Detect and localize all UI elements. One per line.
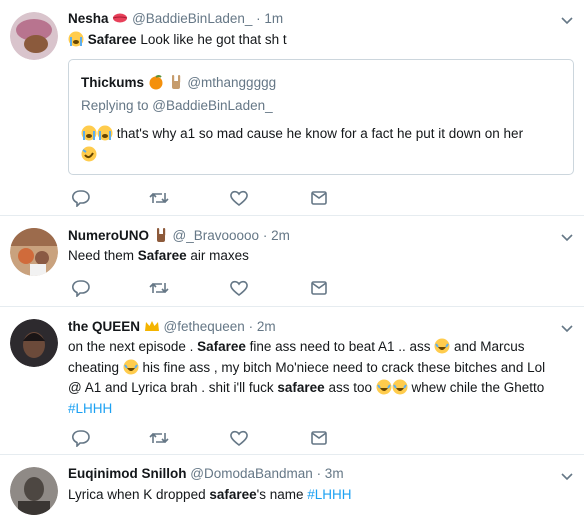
display-name[interactable]: Nesha (68, 11, 109, 26)
tweet-4: Euqinimod Snilloh @DomodaBandman · 3m Ly… (0, 455, 584, 515)
text-span: his fine ass , my bitch Mo'niece need to… (138, 359, 546, 375)
tweet-text: Lyrica when K dropped safaree's name #LH… (68, 485, 568, 506)
timestamp[interactable]: · 1m (256, 11, 283, 26)
heart-icon[interactable] (229, 189, 249, 207)
chevron-down-icon[interactable] (560, 14, 574, 25)
keyword: safaree (209, 487, 257, 502)
text-span: fine ass need to beat A1 .. ass (245, 339, 435, 354)
keyword: Safaree (137, 248, 187, 263)
timestamp[interactable]: · 3m (317, 466, 344, 481)
chevron-down-icon[interactable] (560, 231, 574, 242)
quoted-tweet[interactable]: Thickums @mthanggggg Replying to @Baddie… (68, 59, 574, 175)
heart-icon[interactable] (229, 429, 249, 447)
text-span: 's name (256, 487, 308, 502)
text-span: Lyrica when K dropped (68, 487, 210, 502)
tweet-text: Need them Safaree air maxes (68, 246, 568, 267)
crying-face-icon (68, 31, 84, 47)
crying-face-icon (97, 125, 113, 141)
reply-icon[interactable] (71, 429, 91, 448)
quoted-text: that's why a1 so mad cause he know for a… (113, 126, 524, 141)
keyword: Safaree (87, 32, 137, 47)
text-span: cheating (68, 359, 123, 375)
crown-icon (144, 318, 160, 334)
text-span: Look like he got that sh t (136, 32, 287, 47)
kiss-lips-icon (112, 10, 128, 26)
laughing-face-icon (376, 379, 392, 395)
user-handle[interactable]: @DomodaBandman (190, 466, 313, 481)
retweet-icon[interactable] (149, 429, 169, 447)
user-handle[interactable]: @BaddieBinLaden_ (132, 11, 252, 26)
rofl-icon (81, 146, 97, 162)
keyword: Safaree (197, 339, 246, 354)
keyword: safaree (277, 380, 325, 395)
timestamp[interactable]: · 2m (263, 228, 290, 243)
quoted-display-name: Thickums (81, 75, 145, 90)
laughing-face-icon (392, 379, 408, 395)
avatar[interactable] (10, 228, 58, 276)
text-span: ass too (324, 380, 376, 395)
tweet-1: Nesha @BaddieBinLaden_ · 1m Safaree Look… (0, 0, 584, 216)
tweet-text: Safaree Look like he got that sh t (68, 30, 568, 51)
tweet-text: on the next episode . Safaree fine ass n… (68, 337, 568, 419)
peach-icon (148, 74, 164, 90)
chevron-down-icon[interactable] (560, 470, 574, 481)
avatar[interactable] (10, 319, 58, 367)
text-span: @ A1 and Lyrica brah . shit i'll fuck (68, 380, 278, 395)
hand-horns-icon (153, 227, 169, 243)
avatar[interactable] (10, 467, 58, 515)
hand-horns-icon (168, 74, 184, 90)
user-handle[interactable]: @fethequeen (164, 319, 245, 334)
hashtag-link[interactable]: #LHHH (68, 401, 112, 416)
message-icon[interactable] (309, 429, 329, 447)
message-icon[interactable] (309, 189, 329, 207)
hashtag-link[interactable]: #LHHH (307, 487, 351, 502)
display-name[interactable]: the QUEEN (68, 319, 140, 334)
reply-icon[interactable] (71, 189, 91, 208)
message-icon[interactable] (309, 279, 329, 297)
avatar[interactable] (10, 12, 58, 60)
tweet-3: the QUEEN @fethequeen · 2m on the next e… (0, 307, 584, 455)
text-span: on the next episode . (68, 339, 198, 354)
retweet-icon[interactable] (149, 279, 169, 297)
heart-icon[interactable] (229, 279, 249, 297)
laughing-face-icon (123, 359, 139, 375)
chevron-down-icon[interactable] (560, 322, 574, 333)
replying-to-label: Replying to (81, 98, 153, 113)
display-name[interactable]: NumeroUNO (68, 228, 149, 243)
crying-face-icon (81, 125, 97, 141)
tweet-2: NumeroUNO @_Bravooooo · 2m Need them Saf… (0, 216, 584, 307)
text-span: and Marcus (450, 339, 525, 354)
timestamp[interactable]: · 2m (249, 319, 276, 334)
quoted-handle: @mthanggggg (187, 75, 277, 90)
laughing-face-icon (434, 338, 450, 354)
text-span: whew chile the Ghetto (407, 380, 545, 395)
text-span: Need them (68, 248, 138, 263)
replying-handle: @BaddieBinLaden_ (152, 98, 273, 113)
reply-icon[interactable] (71, 279, 91, 298)
retweet-icon[interactable] (149, 189, 169, 207)
user-handle[interactable]: @_Bravooooo (173, 228, 260, 243)
text-span: air maxes (186, 248, 249, 263)
display-name[interactable]: Euqinimod Snilloh (68, 466, 187, 481)
